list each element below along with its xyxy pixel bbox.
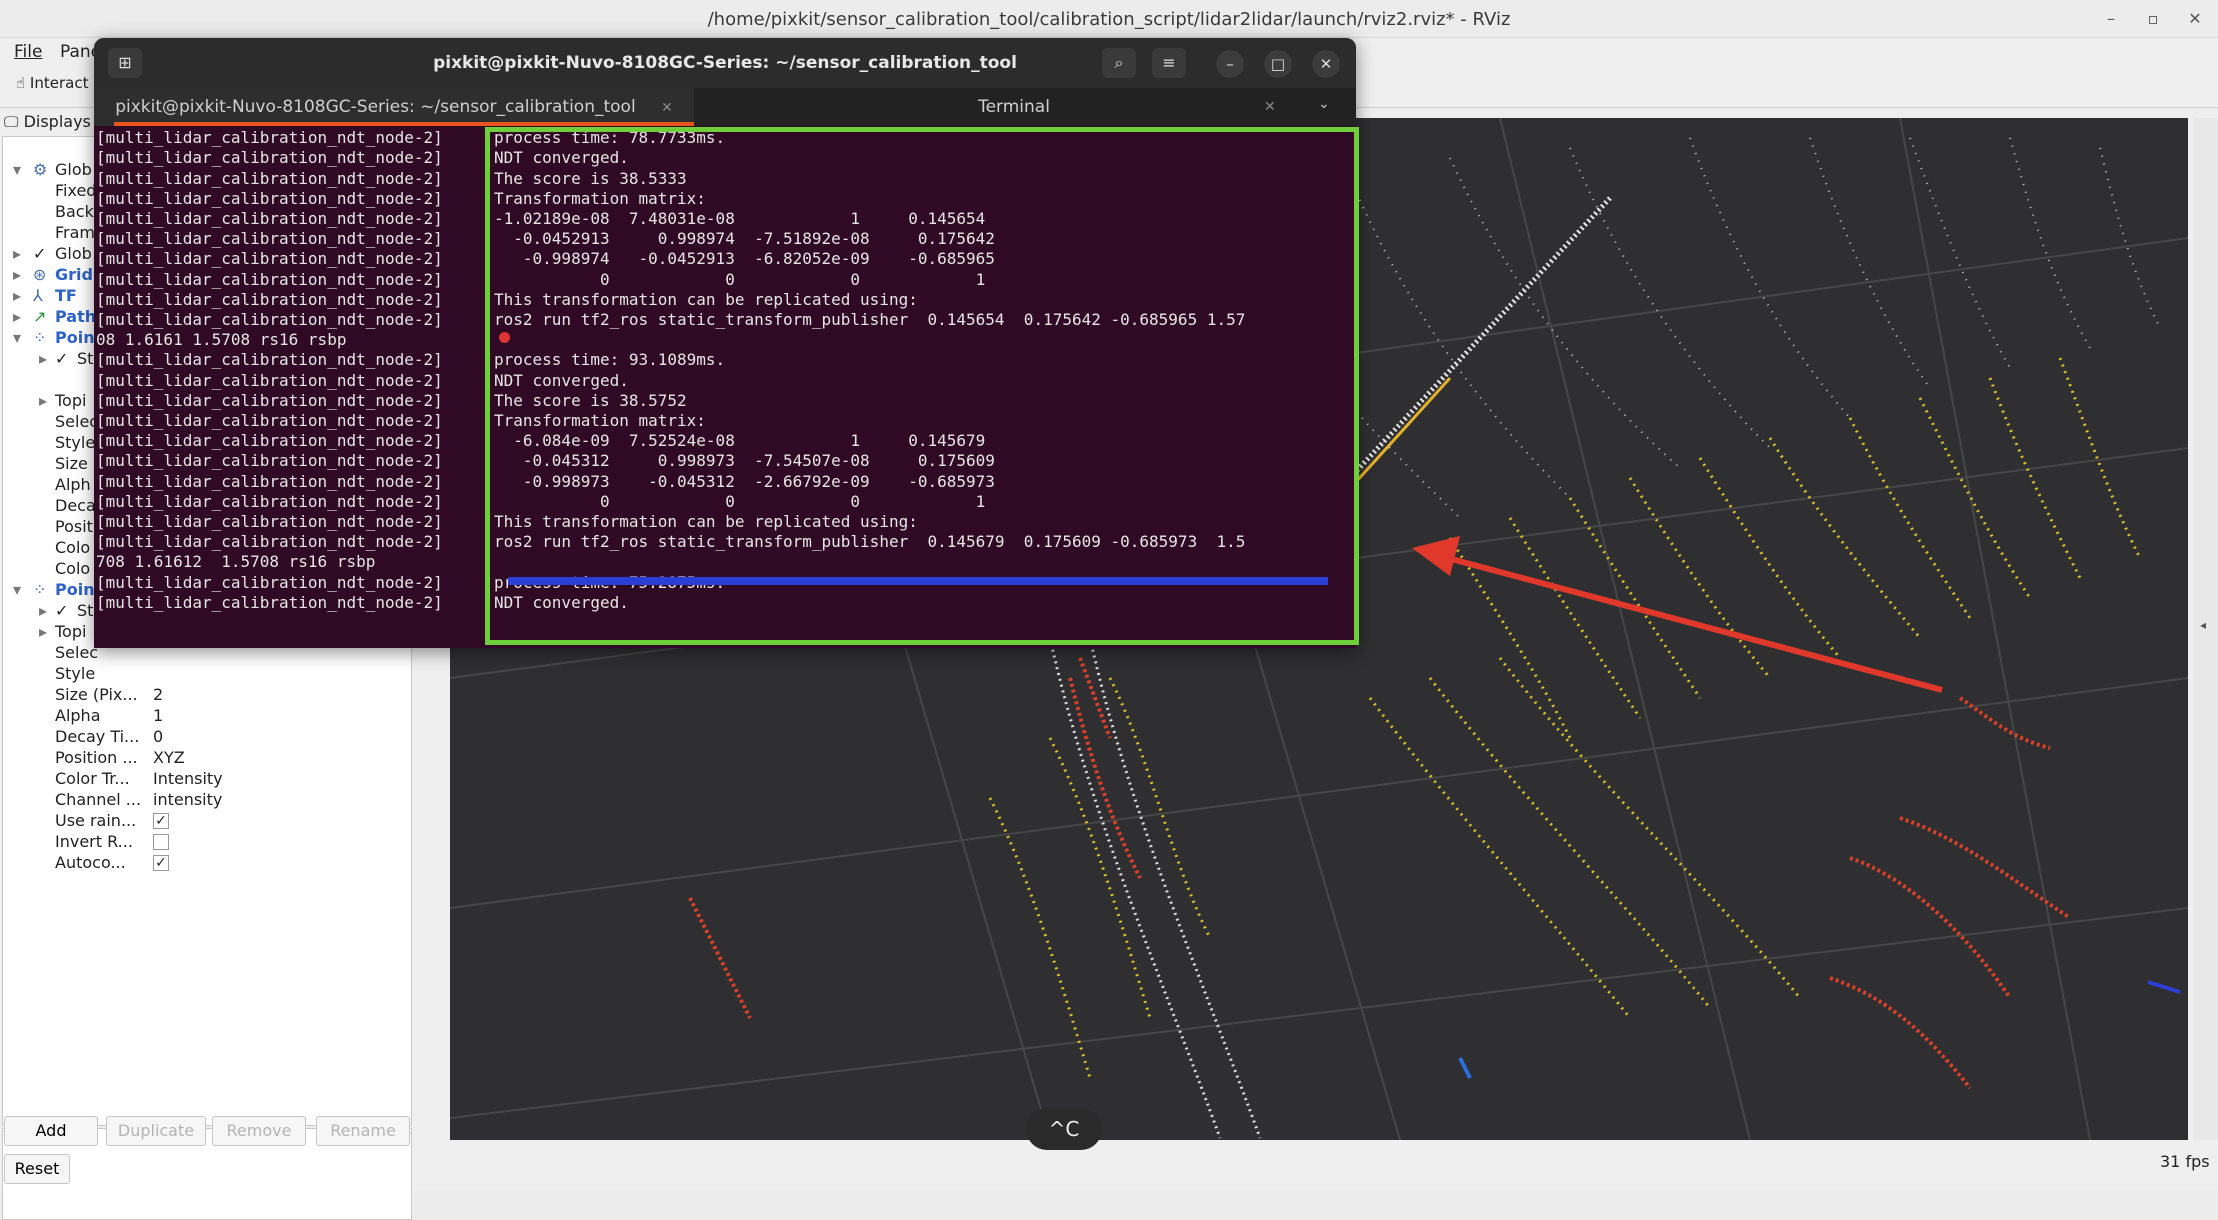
annotation-layer	[1412, 536, 1943, 693]
red-arrow-shaft	[1439, 553, 1943, 693]
red-arrow-head-icon	[1412, 536, 1460, 576]
ctrl-c-key-overlay: ^C	[1026, 1108, 1102, 1150]
